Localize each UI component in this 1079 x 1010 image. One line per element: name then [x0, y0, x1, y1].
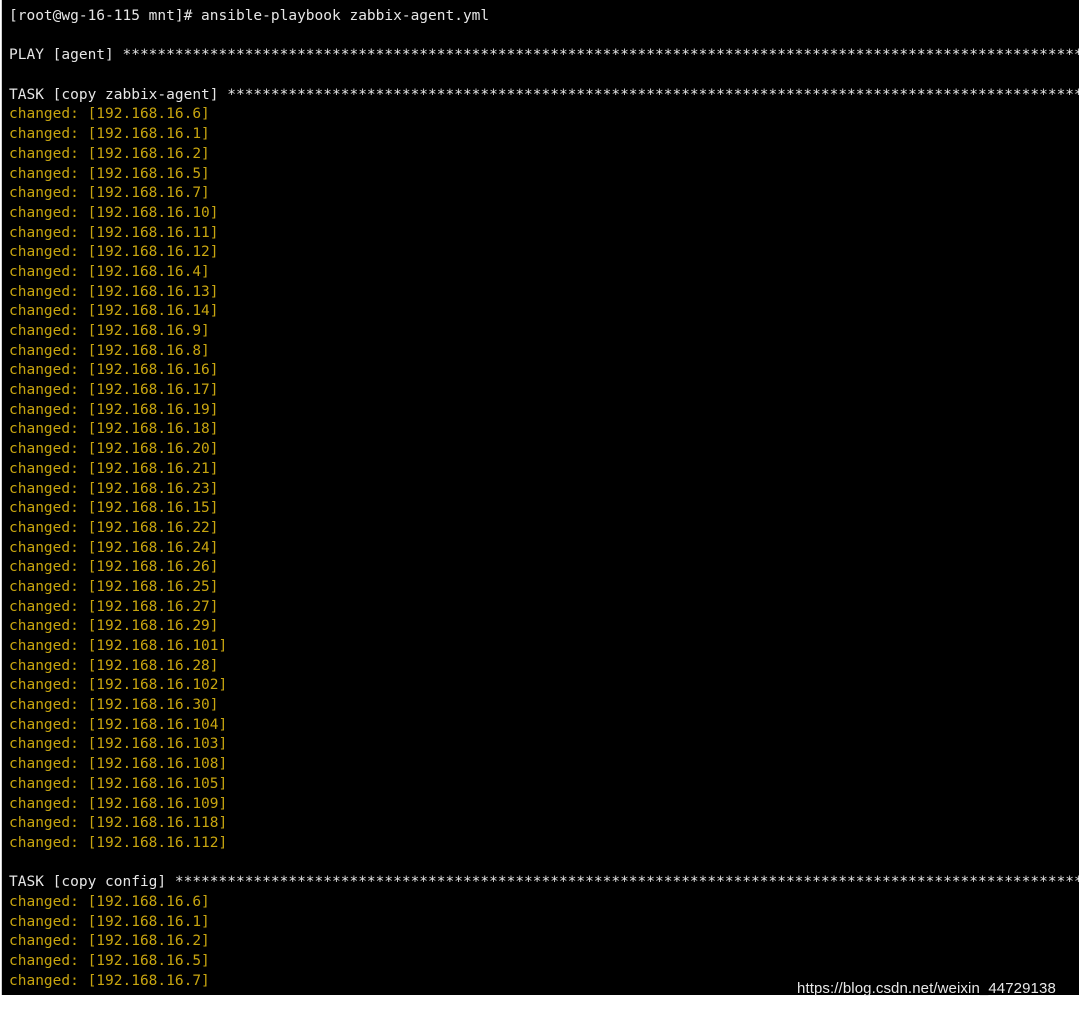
changed-result-line: changed: [192.168.16.21] [9, 460, 219, 477]
changed-result-line: changed: [192.168.16.27] [9, 598, 219, 615]
watermark-text: https://blog.csdn.net/weixin_44729138 [797, 980, 1056, 997]
terminal-window[interactable]: [root@wg-16-115 mnt]# ansible-playbook z… [1, 0, 1079, 995]
changed-result-line: changed: [192.168.16.5] [9, 165, 210, 182]
changed-result-line: changed: [192.168.16.10] [9, 204, 219, 221]
changed-result-line: changed: [192.168.16.22] [9, 519, 219, 536]
changed-result-line: changed: [192.168.16.7] [9, 185, 210, 202]
changed-result-line: changed: [192.168.16.14] [9, 303, 219, 320]
play-header: PLAY [agent] ***************************… [9, 47, 1079, 64]
changed-result-line: changed: [192.168.16.13] [9, 283, 219, 300]
changed-result-line: changed: [192.168.16.24] [9, 539, 219, 556]
changed-result-line: changed: [192.168.16.25] [9, 578, 219, 595]
changed-result-line: changed: [192.168.16.16] [9, 362, 219, 379]
changed-result-line: changed: [192.168.16.9] [9, 323, 210, 339]
changed-result-line: changed: [192.168.16.20] [9, 441, 219, 458]
changed-result-line: changed: [192.168.16.1] [9, 126, 210, 143]
changed-result-line: changed: [192.168.16.102] [9, 677, 228, 694]
changed-result-line: changed: [192.168.16.112] [9, 834, 228, 851]
task-results-copy-config: changed: [192.168.16.6] changed: [192.168… [9, 893, 1079, 991]
changed-result-line: changed: [192.168.16.23] [9, 480, 219, 497]
changed-result-line: changed: [192.168.16.104] [9, 716, 228, 733]
task-header-copy-zabbix-agent: TASK [copy zabbix-agent] ***************… [9, 86, 1079, 103]
changed-result-line: changed: [192.168.16.29] [9, 618, 219, 635]
command-prompt-line: [root@wg-16-115 mnt]# ansible-playbook z… [9, 8, 490, 24]
task-results-copy-zabbix-agent: changed: [192.168.16.6] changed: [192.168… [9, 105, 1079, 853]
changed-result-line: changed: [192.168.16.12] [9, 244, 219, 261]
changed-result-line: changed: [192.168.16.6] [9, 893, 210, 910]
changed-result-line: changed: [192.168.16.18] [9, 421, 219, 438]
changed-result-line: changed: [192.168.16.15] [9, 500, 219, 517]
image-bottom-border [0, 995, 1079, 1010]
changed-result-line: changed: [192.168.16.101] [9, 638, 228, 654]
changed-result-line: changed: [192.168.16.26] [9, 559, 219, 576]
changed-result-line: changed: [192.168.16.2] [9, 145, 210, 162]
changed-result-line: changed: [192.168.16.1] [9, 913, 210, 930]
task-header-copy-config: TASK [copy config] *********************… [9, 874, 1079, 891]
changed-result-line: changed: [192.168.16.17] [9, 382, 219, 399]
terminal-output: [root@wg-16-115 mnt]# ansible-playbook z… [9, 7, 1079, 991]
changed-result-line: changed: [192.168.16.4] [9, 263, 210, 280]
changed-result-line: changed: [192.168.16.109] [9, 795, 228, 812]
changed-result-line: changed: [192.168.16.6] [9, 106, 210, 123]
changed-result-line: changed: [192.168.16.30] [9, 697, 219, 714]
changed-result-line: changed: [192.168.16.28] [9, 657, 219, 674]
changed-result-line: changed: [192.168.16.105] [9, 775, 228, 792]
changed-result-line: changed: [192.168.16.118] [9, 815, 228, 832]
changed-result-line: changed: [192.168.16.5] [9, 953, 210, 969]
changed-result-line: changed: [192.168.16.108] [9, 756, 228, 773]
changed-result-line: changed: [192.168.16.2] [9, 933, 210, 950]
changed-result-line: changed: [192.168.16.11] [9, 224, 219, 241]
changed-result-line: changed: [192.168.16.103] [9, 736, 228, 753]
changed-result-line: changed: [192.168.16.19] [9, 401, 219, 418]
changed-result-line: changed: [192.168.16.8] [9, 342, 210, 359]
